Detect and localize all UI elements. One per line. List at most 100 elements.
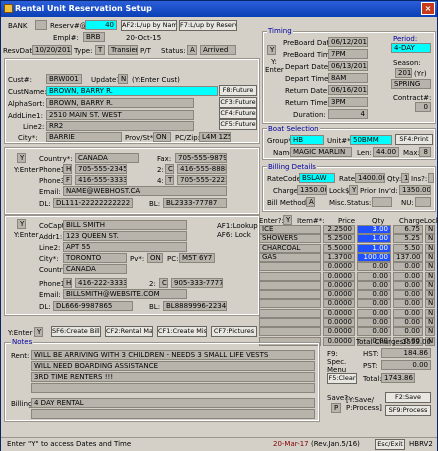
cf4-future-button[interactable]: CF4:Future bbox=[219, 108, 257, 119]
contact-y-field[interactable]: Y bbox=[17, 153, 26, 163]
item-cell[interactable] bbox=[259, 308, 321, 318]
create-misc-button[interactable]: CF1:Create Misc bbox=[157, 326, 207, 337]
qty-cell[interactable]: 0.00 bbox=[357, 318, 391, 327]
qty-cell[interactable]: 0.00 bbox=[357, 271, 391, 281]
update-field[interactable]: N bbox=[118, 74, 128, 84]
notes-line-1[interactable]: WILL BE ARRIVING WITH 3 CHILDREN - NEEDS… bbox=[31, 350, 315, 360]
item-cell[interactable] bbox=[259, 290, 321, 300]
prov-field[interactable]: ON bbox=[153, 132, 171, 142]
save-field[interactable]: P bbox=[331, 403, 341, 413]
lock-cell[interactable]: N bbox=[425, 243, 435, 253]
email-field[interactable]: NAME@WEBHOST.CA bbox=[63, 186, 227, 196]
item-cell[interactable] bbox=[259, 299, 321, 309]
cf5-future-button[interactable]: CF5:Future bbox=[219, 119, 257, 130]
bank-field[interactable] bbox=[35, 20, 47, 30]
item-cell[interactable] bbox=[259, 327, 321, 337]
sf4-print-button[interactable]: SF4:Print bbox=[395, 134, 433, 145]
fax-field[interactable]: 705-555-9879 bbox=[175, 153, 227, 163]
return-time-field[interactable]: 3PM bbox=[328, 97, 368, 107]
qty-cell[interactable]: 1.00 bbox=[357, 243, 391, 253]
rate-qty-field[interactable]: 1 bbox=[401, 173, 409, 183]
lock-cell[interactable]: N bbox=[425, 318, 435, 327]
country-field[interactable]: CANADA bbox=[75, 153, 139, 163]
lookup-by-name-button[interactable]: AF2:L/up by Name bbox=[121, 20, 177, 31]
lock-cell[interactable]: N bbox=[425, 327, 435, 337]
status-field[interactable]: A bbox=[187, 45, 197, 55]
item-cell[interactable] bbox=[259, 271, 321, 281]
cocapt-prov-field[interactable]: ON bbox=[147, 253, 163, 263]
lock-cell[interactable]: N bbox=[425, 299, 435, 309]
return-date-field[interactable]: 06/16/2015 bbox=[328, 85, 368, 95]
qty-cell[interactable]: 0.00 bbox=[357, 290, 391, 300]
cf3-future-button[interactable]: CF3:Future bbox=[219, 97, 257, 108]
notes-line-3[interactable]: 3RD TIME RENTERS !!! bbox=[31, 372, 315, 382]
line2-field[interactable]: RR2 bbox=[46, 121, 194, 131]
notes-line-2[interactable]: WILL NEED BOARDING ASSISTANCE bbox=[31, 361, 315, 371]
group-field[interactable]: HB bbox=[290, 135, 324, 145]
city-field[interactable]: BARRIE bbox=[46, 132, 122, 142]
locks-field[interactable]: Y bbox=[349, 185, 358, 195]
lock-cell[interactable]: N bbox=[425, 308, 435, 318]
qty-cell[interactable]: 0.00 bbox=[357, 262, 391, 272]
preboard-date-field[interactable]: 06/12/2015 bbox=[328, 37, 368, 47]
depart-time-field[interactable]: 8AM bbox=[328, 73, 368, 83]
lock-cell[interactable]: N bbox=[425, 290, 435, 300]
af6-lock[interactable]: AF6: Lock bbox=[217, 231, 251, 239]
cocapt-y-field[interactable]: Y bbox=[17, 219, 26, 229]
item-cell[interactable]: GAS bbox=[259, 252, 321, 262]
billmethod-field[interactable]: A bbox=[306, 197, 315, 207]
actions-y-field[interactable]: Y bbox=[34, 327, 43, 337]
cocapt-field[interactable]: BILL SMITH bbox=[63, 220, 187, 230]
misc-field[interactable] bbox=[372, 197, 392, 207]
pictures-button[interactable]: CF7:Pictures bbox=[211, 326, 257, 337]
f2-save-button[interactable]: F2:Save bbox=[385, 392, 431, 403]
sf9-process-button[interactable]: SF9:Process bbox=[385, 405, 431, 416]
phone3-field[interactable]: 416-555-3333 bbox=[75, 175, 127, 185]
rental-map-button[interactable]: CF2:Rental Map bbox=[105, 326, 153, 337]
lock-cell[interactable]: N bbox=[425, 225, 435, 234]
lock-cell[interactable]: N bbox=[425, 271, 435, 281]
qty-cell[interactable]: 100.00 bbox=[357, 252, 391, 262]
qty-cell[interactable]: 0.00 bbox=[357, 280, 391, 290]
phone2-code[interactable]: C bbox=[165, 164, 174, 174]
period-field[interactable]: 4-DAY bbox=[391, 43, 431, 53]
empl-field[interactable]: BRB bbox=[83, 32, 105, 42]
season-year-field[interactable]: 2015 bbox=[395, 68, 412, 78]
resvdate-field[interactable]: 10/20/2015 bbox=[32, 45, 72, 55]
af1-lookup[interactable]: AF1:Lookup bbox=[217, 222, 258, 230]
cocapt-line2-field[interactable]: APT 55 bbox=[63, 242, 187, 252]
lock-cell[interactable]: N bbox=[425, 234, 435, 244]
item-cell[interactable] bbox=[259, 262, 321, 272]
bl-field[interactable]: BL2333-77787 bbox=[163, 198, 227, 208]
custname-field[interactable]: BROWN, BARRY R. bbox=[46, 86, 218, 96]
ins-field[interactable] bbox=[428, 173, 434, 183]
nu-field[interactable] bbox=[415, 197, 431, 207]
cocapt-phone1-field[interactable]: 416-222-3333 bbox=[75, 278, 127, 288]
phone1-code[interactable]: H bbox=[63, 164, 72, 174]
f8-future-button[interactable]: F8:Future bbox=[219, 85, 257, 96]
lock-cell[interactable]: N bbox=[425, 252, 435, 262]
billing-note-field[interactable]: 4 DAY RENTAL bbox=[31, 398, 315, 408]
item-cell[interactable] bbox=[259, 280, 321, 290]
item-cell[interactable]: CHARCOAL bbox=[259, 243, 321, 253]
f5-clear-button[interactable]: F5:Clear bbox=[327, 373, 357, 384]
cocapt-phone2-code[interactable]: C bbox=[159, 278, 168, 288]
cocapt-phone2-field[interactable]: 905-333-7777 bbox=[171, 278, 223, 288]
close-button[interactable]: × bbox=[421, 2, 435, 15]
preboard-time-field[interactable]: 7PM bbox=[328, 49, 368, 59]
qty-cell[interactable]: 0.00 bbox=[357, 327, 391, 337]
billing-note-line-2[interactable] bbox=[31, 409, 315, 419]
pc-field[interactable]: L4M 1Z5 bbox=[199, 132, 231, 142]
items-enter-field[interactable]: Y bbox=[283, 215, 292, 225]
cocapt-bl-field[interactable]: BL8889996-2234 bbox=[163, 301, 227, 311]
dl-field[interactable]: DL111-22222222222 bbox=[53, 198, 133, 208]
item-cell[interactable]: SHOWERS bbox=[259, 234, 321, 244]
resv-number-field[interactable]: 40 bbox=[85, 20, 117, 30]
contract-field[interactable]: 0 bbox=[415, 102, 431, 112]
cocapt-pc-field[interactable]: M5T 6Y7 bbox=[179, 253, 215, 263]
cocapt-addr1-field[interactable]: 123 QUEEN ST. bbox=[63, 231, 187, 241]
f9-spec-menu[interactable]: F9: Spec. Menu bbox=[327, 350, 351, 374]
type-field[interactable]: T bbox=[95, 45, 105, 55]
addline1-field[interactable]: 2510 MAIN ST. WEST bbox=[46, 110, 194, 120]
lock-cell[interactable]: N bbox=[425, 280, 435, 290]
